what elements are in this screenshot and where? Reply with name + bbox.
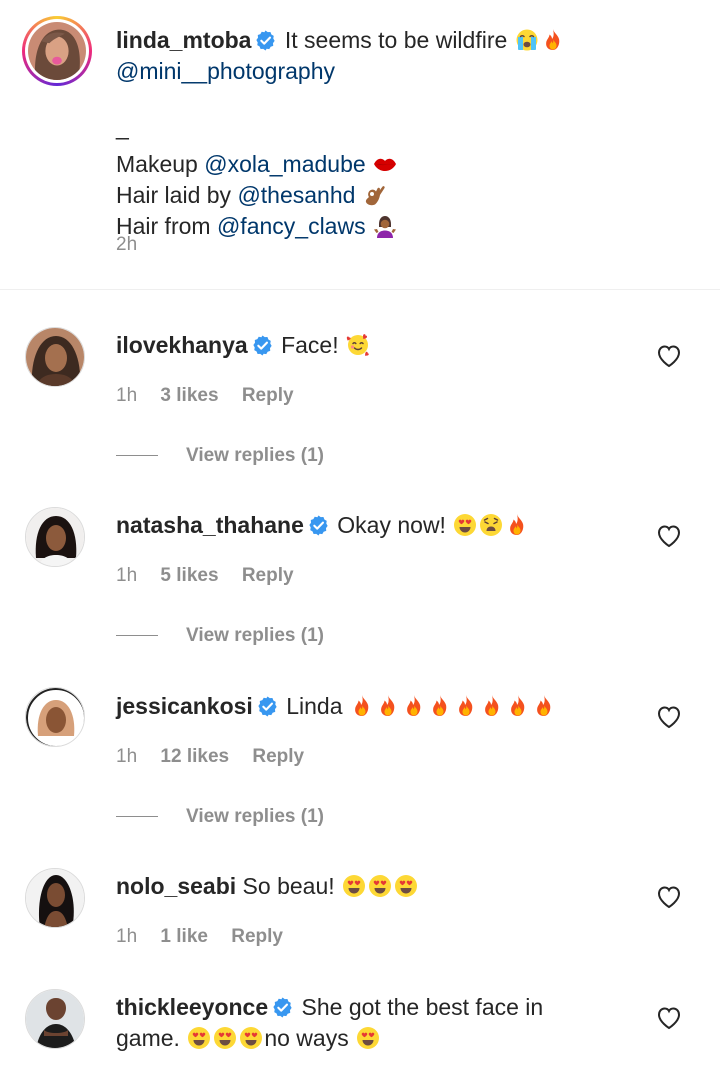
comment-meta: 1h 5 likes Reply: [116, 565, 294, 587]
comment-text: So beau!: [242, 873, 335, 899]
verified-badge-icon: [308, 515, 329, 536]
reply-button[interactable]: Reply: [231, 926, 283, 947]
crying-face-icon: [515, 28, 539, 52]
fire-icon: [454, 694, 478, 718]
comment-username[interactable]: ilovekhanya: [116, 332, 248, 358]
mention-photographer[interactable]: @mini__photography: [116, 58, 335, 84]
comment-username[interactable]: thickleeyonce: [116, 994, 268, 1020]
view-replies-label: View replies (1): [186, 806, 324, 827]
caption-text: linda_mtoba It seems to be wildfire @min…: [116, 25, 696, 242]
avatar-image: [28, 22, 86, 80]
comment-text-continued: no ways: [264, 1025, 349, 1051]
like-heart-icon[interactable]: [656, 705, 682, 729]
comment-time: 1h: [116, 746, 138, 767]
commenter-avatar[interactable]: [25, 989, 85, 1049]
ok-hand-icon: [363, 183, 387, 207]
mention-hair-laid[interactable]: @thesanhd: [237, 182, 355, 208]
commenter-avatar[interactable]: [25, 327, 85, 387]
view-replies-button[interactable]: View replies (1): [116, 625, 324, 647]
comment-username[interactable]: natasha_thahane: [116, 512, 304, 538]
commenter-avatar[interactable]: [25, 507, 85, 567]
heart-eyes-icon: [239, 1026, 263, 1050]
like-heart-icon[interactable]: [656, 885, 682, 909]
caption-timestamp: 2h: [116, 234, 138, 255]
divider-line: [116, 816, 158, 818]
heart-eyes-icon: [342, 874, 366, 898]
comment-meta: 1h 12 likes Reply: [116, 746, 304, 768]
fire-icon: [350, 694, 374, 718]
verified-badge-icon: [252, 335, 273, 356]
comment-likes[interactable]: 5 likes: [160, 565, 218, 586]
commenter-avatar[interactable]: [25, 868, 85, 928]
divider-line: [116, 455, 158, 457]
fire-icon: [480, 694, 504, 718]
comment-text-continued: game.: [116, 1025, 180, 1051]
verified-badge-icon: [255, 30, 276, 51]
comment-likes[interactable]: 1 like: [160, 926, 208, 947]
comment-time: 1h: [116, 565, 138, 586]
author-avatar[interactable]: [22, 16, 92, 86]
comment-text: Face!: [281, 332, 339, 358]
view-replies-label: View replies (1): [186, 625, 324, 646]
view-replies-label: View replies (1): [186, 445, 324, 466]
fire-icon: [506, 694, 530, 718]
smiling-face-with-hearts-icon: [346, 333, 370, 357]
divider: [0, 289, 720, 290]
comment-username[interactable]: jessicankosi: [116, 693, 253, 719]
fire-icon: [541, 28, 565, 52]
comment-text: Linda: [286, 693, 343, 719]
reply-button[interactable]: Reply: [252, 746, 304, 767]
fire-icon: [402, 694, 426, 718]
mention-hair-from[interactable]: @fancy_claws: [217, 213, 366, 239]
like-heart-icon[interactable]: [656, 524, 682, 548]
comment-text: Okay now!: [337, 512, 446, 538]
verified-badge-icon: [257, 696, 278, 717]
like-heart-icon[interactable]: [656, 344, 682, 368]
view-replies-button[interactable]: View replies (1): [116, 445, 324, 467]
verified-badge-icon: [272, 997, 293, 1018]
heart-eyes-icon: [187, 1026, 211, 1050]
fire-icon: [532, 694, 556, 718]
view-replies-button[interactable]: View replies (1): [116, 806, 324, 828]
like-heart-icon[interactable]: [656, 1006, 682, 1030]
comment-username[interactable]: nolo_seabi: [116, 873, 236, 899]
fire-icon: [428, 694, 452, 718]
caption-dash: _: [116, 114, 129, 140]
hair-laid-label: Hair laid by: [116, 182, 232, 208]
heart-eyes-icon: [453, 513, 477, 537]
fire-icon: [505, 513, 529, 537]
caption-message: It seems to be wildfire: [284, 27, 508, 53]
comment-meta: 1h 1 like Reply: [116, 926, 283, 948]
comment-likes[interactable]: 3 likes: [160, 385, 218, 406]
reply-button[interactable]: Reply: [242, 385, 294, 406]
fire-icon: [376, 694, 400, 718]
woman-shrugging-icon: [373, 214, 397, 238]
commenter-avatar[interactable]: [25, 687, 85, 747]
heart-eyes-icon: [394, 874, 418, 898]
comment-time: 1h: [116, 926, 138, 947]
heart-eyes-icon: [356, 1026, 380, 1050]
comment-meta: 1h 3 likes Reply: [116, 385, 294, 407]
comment-likes[interactable]: 12 likes: [160, 746, 229, 767]
mention-makeup[interactable]: @xola_madube: [204, 151, 365, 177]
heart-eyes-icon: [368, 874, 392, 898]
kiss-lips-icon: [373, 152, 397, 176]
comment-text: She got the best face in: [301, 994, 544, 1020]
comment-time: 1h: [116, 385, 138, 406]
reply-button[interactable]: Reply: [242, 565, 294, 586]
post-caption: linda_mtoba It seems to be wildfire @min…: [0, 0, 720, 290]
weary-face-icon: [479, 513, 503, 537]
heart-eyes-icon: [213, 1026, 237, 1050]
divider-line: [116, 635, 158, 637]
caption-username[interactable]: linda_mtoba: [116, 27, 251, 53]
makeup-label: Makeup: [116, 151, 198, 177]
